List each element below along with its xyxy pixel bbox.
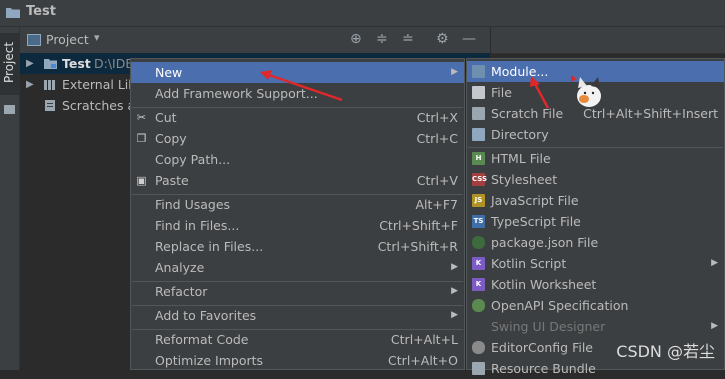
annotation-arrow-new [260,70,343,102]
watermark: CSDN @若尘 [616,342,715,361]
annotation-overlay [260,70,601,109]
mascot-icon [571,75,601,107]
annotation-arrow-module [530,76,550,109]
